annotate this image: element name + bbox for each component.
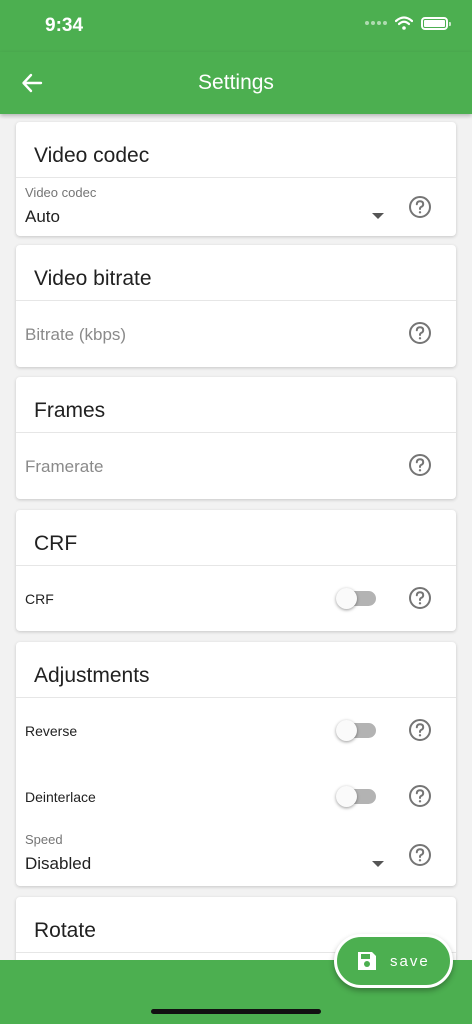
speed-dropdown[interactable]: Speed Disabled xyxy=(16,832,456,886)
crf-row: CRF xyxy=(16,566,456,630)
frames-card: Frames Framerate xyxy=(16,377,456,499)
dropdown-arrow-icon xyxy=(372,861,384,867)
toggle-knob xyxy=(336,720,357,741)
toggle-label: Reverse xyxy=(25,723,78,739)
video-codec-dropdown[interactable]: Video codec Auto xyxy=(16,178,456,235)
card-title: Video codec xyxy=(16,122,456,178)
save-label: save xyxy=(390,952,430,970)
card-title: Video bitrate xyxy=(16,245,456,301)
help-icon[interactable] xyxy=(408,453,432,477)
field-value: Disabled xyxy=(25,854,92,873)
bitrate-input[interactable]: Bitrate (kbps) xyxy=(16,301,456,365)
adjustments-card: Adjustments Reverse Deinterlace Speed Di… xyxy=(16,642,456,886)
save-button[interactable]: save xyxy=(334,934,453,988)
help-icon[interactable] xyxy=(408,784,432,808)
settings-list[interactable]: Video codec Video codec Auto Video bitra… xyxy=(0,114,472,960)
reverse-toggle[interactable] xyxy=(336,720,376,741)
bitrate-placeholder: Bitrate (kbps) xyxy=(25,325,127,344)
deinterlace-toggle[interactable] xyxy=(336,786,376,807)
deinterlace-row: Deinterlace xyxy=(16,765,456,832)
video-codec-card: Video codec Video codec Auto xyxy=(16,122,456,236)
dropdown-arrow-icon xyxy=(372,213,384,219)
home-indicator[interactable] xyxy=(151,1009,321,1014)
help-icon[interactable] xyxy=(408,843,432,867)
status-bar: 9:34 xyxy=(0,0,472,52)
battery-icon xyxy=(421,16,451,30)
crf-card: CRF CRF xyxy=(16,510,456,631)
toggle-knob xyxy=(336,588,357,609)
toggle-label: Deinterlace xyxy=(25,789,96,805)
crf-toggle[interactable] xyxy=(336,588,376,609)
framerate-placeholder: Framerate xyxy=(25,457,104,476)
floppy-disk-icon xyxy=(358,952,376,970)
page-title: Settings xyxy=(198,71,274,94)
video-bitrate-card: Video bitrate Bitrate (kbps) xyxy=(16,245,456,367)
help-icon[interactable] xyxy=(408,718,432,742)
framerate-input[interactable]: Framerate xyxy=(16,433,456,497)
field-label: Video codec xyxy=(25,185,97,200)
status-time: 9:34 xyxy=(45,15,84,36)
signal-dots-icon xyxy=(365,21,387,25)
card-title: Adjustments xyxy=(16,642,456,698)
help-icon[interactable] xyxy=(408,586,432,610)
help-icon[interactable] xyxy=(408,321,432,345)
field-label: Speed xyxy=(25,832,63,847)
card-title: Frames xyxy=(16,377,456,433)
field-value: Auto xyxy=(25,207,60,226)
toggle-label: CRF xyxy=(25,591,54,607)
help-icon[interactable] xyxy=(408,195,432,219)
toggle-knob xyxy=(336,786,357,807)
app-bar: Settings xyxy=(0,52,472,114)
wifi-icon xyxy=(395,16,413,30)
reverse-row: Reverse xyxy=(16,698,456,765)
card-title: CRF xyxy=(16,510,456,566)
status-icons xyxy=(365,16,451,30)
